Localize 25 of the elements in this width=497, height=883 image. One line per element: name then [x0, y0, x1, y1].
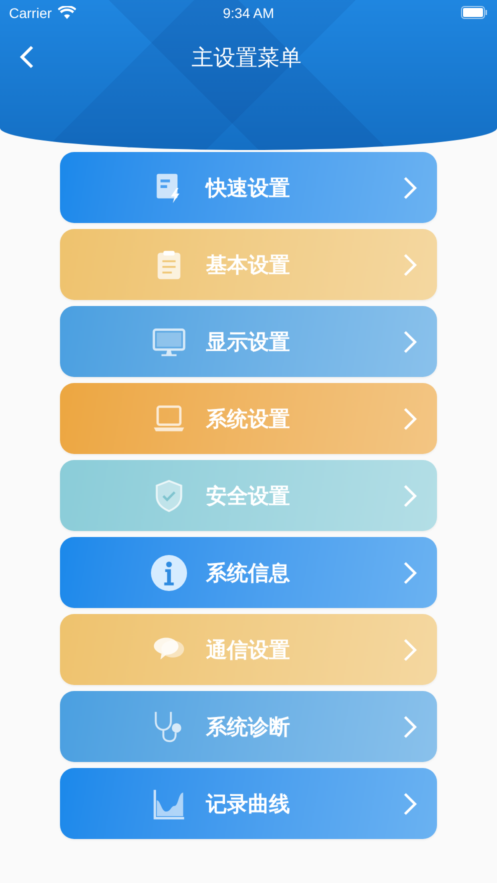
- menu-item[interactable]: 系统设置: [60, 383, 437, 454]
- chevron-right-icon: [403, 792, 417, 816]
- menu-item[interactable]: 显示设置: [60, 306, 437, 377]
- chevron-right-icon: [403, 714, 417, 738]
- carrier-label: Carrier: [9, 4, 52, 20]
- menu-item[interactable]: 安全设置: [60, 460, 437, 531]
- chevron-right-icon: [403, 406, 417, 430]
- menu-item[interactable]: 快速设置: [60, 152, 437, 223]
- info-icon: [150, 554, 188, 592]
- menu-item[interactable]: 基本设置: [60, 229, 437, 300]
- menu-item[interactable]: 通信设置: [60, 614, 437, 685]
- chevron-right-icon: [403, 560, 417, 584]
- menu-item[interactable]: 系统诊断: [60, 691, 437, 762]
- screen-title: 主设置菜单: [190, 45, 302, 73]
- chevron-right-icon: [403, 252, 417, 276]
- back-button[interactable]: [18, 45, 36, 71]
- menu-item[interactable]: 系统信息: [60, 537, 437, 608]
- status-time: 9:34 AM: [222, 4, 274, 20]
- battery-icon: [461, 6, 488, 19]
- chevron-right-icon: [403, 638, 417, 662]
- chevron-right-icon: [403, 176, 417, 200]
- menu-item[interactable]: 记录曲线: [60, 768, 437, 839]
- wifi-icon: [58, 6, 76, 20]
- chevron-right-icon: [403, 330, 417, 354]
- chevron-right-icon: [403, 484, 417, 508]
